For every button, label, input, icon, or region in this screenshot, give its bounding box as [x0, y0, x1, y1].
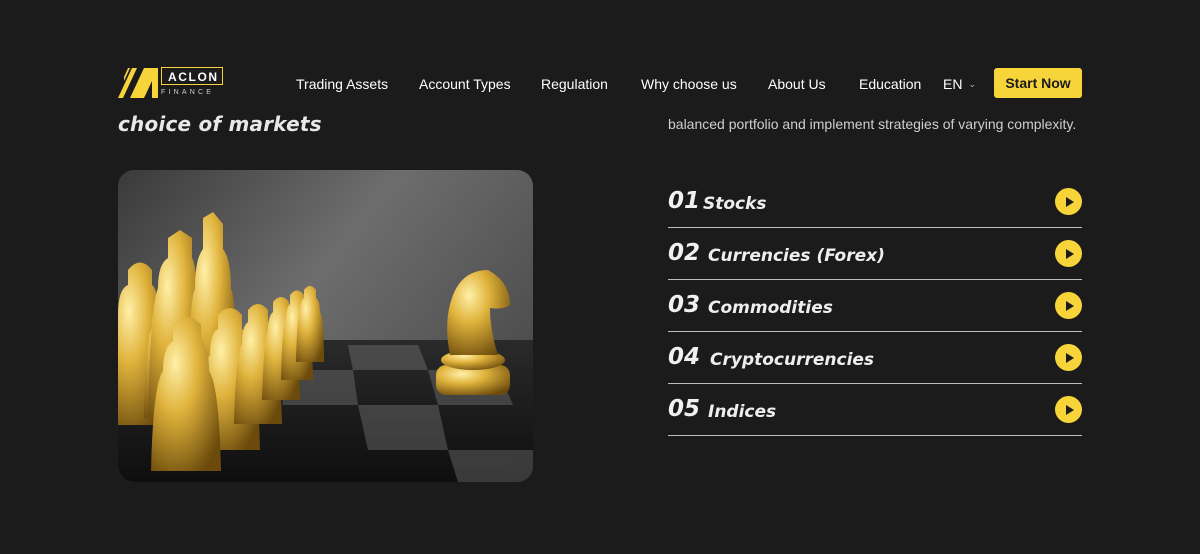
market-name: Cryptocurrencies: [710, 350, 875, 370]
intro-text: balanced portfolio and implement strateg…: [668, 116, 1077, 132]
market-number: 04: [668, 344, 701, 370]
section-heading: choice of markets: [118, 112, 322, 136]
site-header: ACLON FINANCE Trading Assets Account Typ…: [0, 0, 1200, 112]
market-item-indices[interactable]: 05 Indices: [668, 384, 1082, 436]
market-item-forex[interactable]: 02 Currencies (Forex): [668, 228, 1082, 280]
play-arrow-icon[interactable]: [1055, 396, 1082, 423]
play-arrow-icon[interactable]: [1055, 344, 1082, 371]
nav-account-types[interactable]: Account Types: [419, 76, 511, 92]
chess-pieces-image: [118, 170, 533, 482]
market-number: 02: [668, 240, 701, 266]
play-arrow-icon[interactable]: [1055, 188, 1082, 215]
market-name: Stocks: [703, 194, 767, 214]
nav-regulation[interactable]: Regulation: [541, 76, 608, 92]
market-name: Currencies (Forex): [708, 246, 885, 266]
chevron-down-icon: ⌄: [968, 78, 976, 89]
logo-subtitle: FINANCE: [161, 89, 215, 96]
nav-trading-assets[interactable]: Trading Assets: [296, 76, 388, 92]
language-selector[interactable]: EN ⌄: [943, 76, 976, 92]
market-item-commodities[interactable]: 03 Commodities: [668, 280, 1082, 332]
market-number: 03: [668, 292, 701, 318]
start-now-button[interactable]: Start Now: [994, 68, 1082, 98]
play-arrow-icon[interactable]: [1055, 240, 1082, 267]
logo-word: ACLON: [168, 70, 219, 84]
nav-about-us[interactable]: About Us: [768, 76, 826, 92]
market-list: 01 Stocks 02 Currencies (Forex) 03 Commo…: [668, 176, 1082, 436]
market-item-stocks[interactable]: 01 Stocks: [668, 176, 1082, 228]
market-name: Commodities: [708, 298, 833, 318]
logo-mark-icon: [118, 68, 158, 98]
market-number: 01: [668, 188, 701, 214]
play-arrow-icon[interactable]: [1055, 292, 1082, 319]
market-name: Indices: [708, 402, 777, 422]
nav-why-choose-us[interactable]: Why choose us: [641, 76, 737, 92]
market-number: 05: [668, 396, 701, 422]
nav-education[interactable]: Education: [859, 76, 921, 92]
language-code: EN: [943, 76, 963, 92]
market-item-cryptocurrencies[interactable]: 04 Cryptocurrencies: [668, 332, 1082, 384]
logo[interactable]: ACLON FINANCE: [118, 66, 228, 100]
